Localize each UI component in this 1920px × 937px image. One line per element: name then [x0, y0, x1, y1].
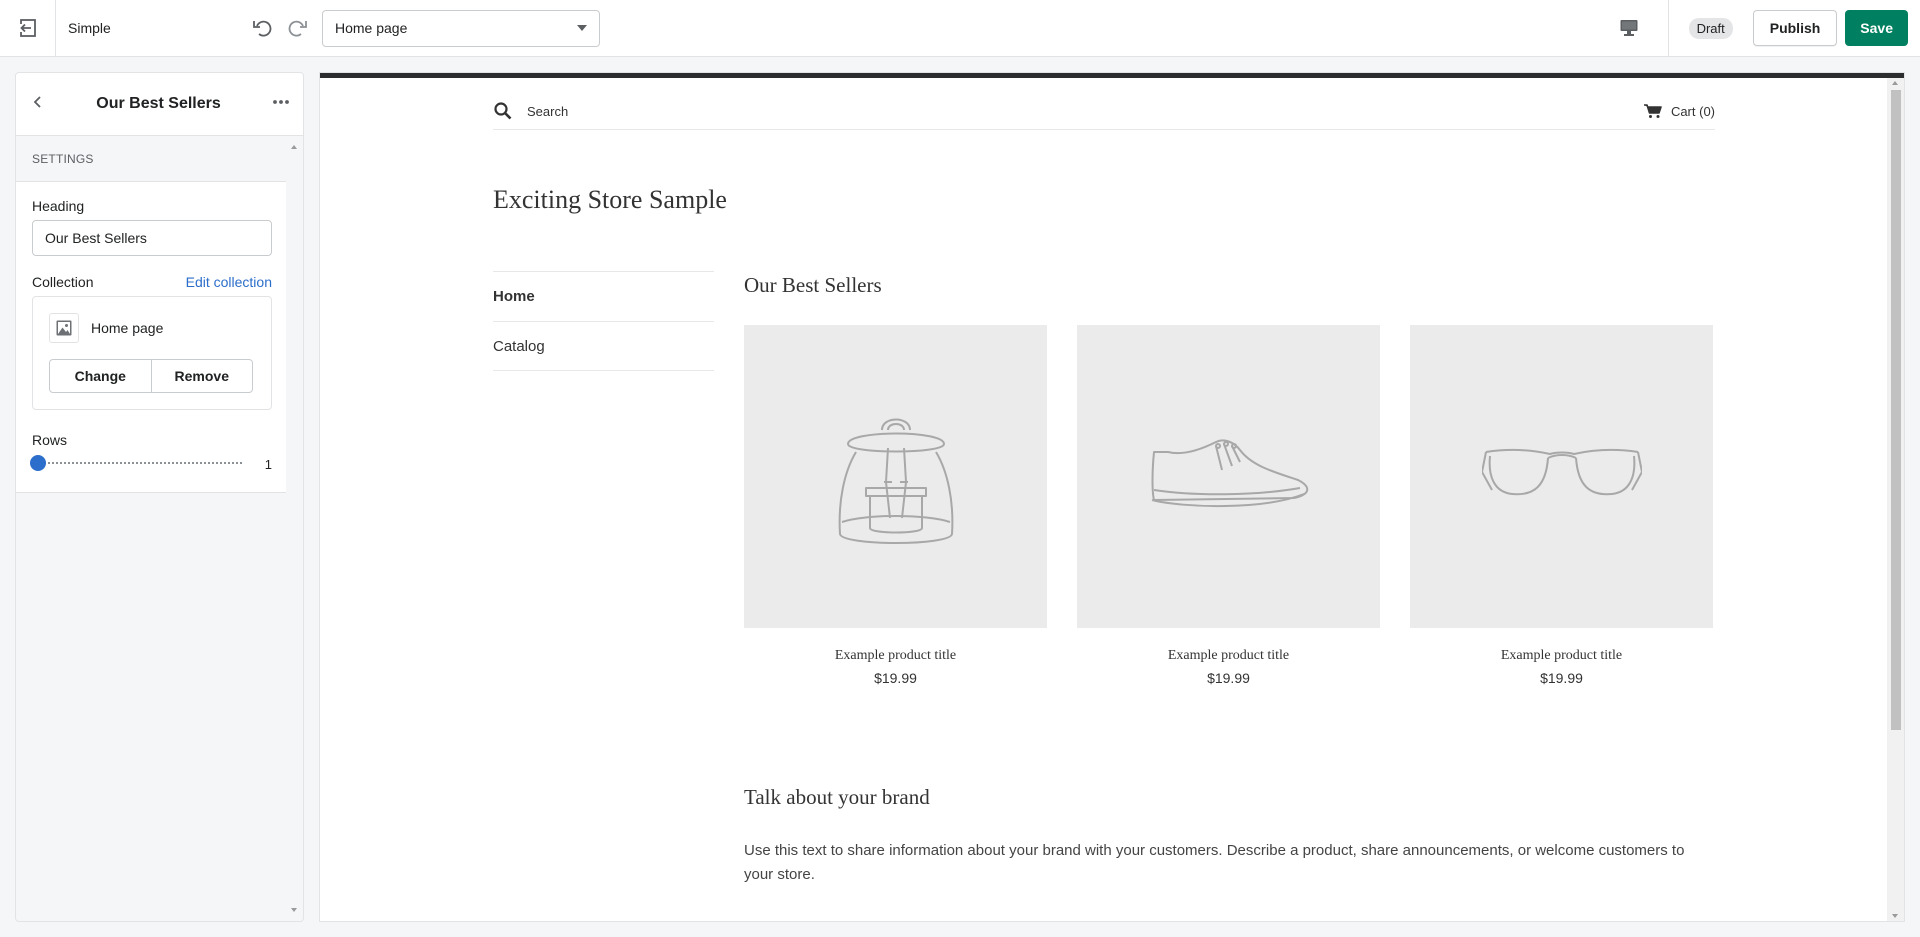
product-price: $19.99 — [1207, 670, 1250, 686]
nav-item-home[interactable]: Home — [493, 271, 714, 321]
redo-button[interactable] — [280, 10, 316, 46]
product-title[interactable]: Example product title — [1410, 648, 1713, 664]
store-search-input[interactable]: Search — [527, 104, 568, 119]
product-title[interactable]: Example product title — [744, 648, 1047, 664]
store-preview: Search Cart (0) Exciting Store Sample Ho… — [319, 72, 1905, 922]
rows-label: Rows — [32, 432, 68, 448]
back-button[interactable] — [30, 94, 46, 115]
settings-section-heading: SETTINGS — [32, 151, 94, 166]
exit-button[interactable] — [0, 0, 56, 56]
save-button[interactable]: Save — [1845, 10, 1908, 46]
product-card[interactable]: Example product title $19.99 — [1077, 325, 1380, 686]
scroll-up-icon[interactable] — [1892, 81, 1898, 85]
product-image[interactable] — [1410, 325, 1713, 628]
collection-card: Home page Change Remove — [32, 296, 272, 410]
product-card[interactable]: Example product title $19.99 — [744, 325, 1047, 686]
undo-icon — [253, 20, 272, 37]
sneaker-icon — [1151, 438, 1308, 507]
product-price: $19.99 — [874, 670, 917, 686]
search-icon[interactable] — [493, 101, 513, 121]
scroll-up-icon[interactable] — [291, 145, 297, 149]
more-horizontal-icon — [273, 99, 289, 104]
heading-input[interactable]: Our Best Sellers — [32, 220, 272, 256]
exit-icon — [19, 19, 36, 37]
chevron-left-icon — [33, 95, 41, 108]
store-title[interactable]: Exciting Store Sample — [493, 185, 727, 215]
redo-icon — [288, 20, 307, 37]
divider — [1667, 0, 1669, 56]
image-icon — [56, 320, 72, 336]
section-settings-panel: Our Best Sellers SETTINGS Heading Our Be… — [15, 72, 304, 922]
panel-scrollbar[interactable] — [286, 136, 303, 921]
settings-card: Heading Our Best Sellers Collection Edit… — [16, 181, 288, 493]
more-actions-button[interactable] — [271, 94, 291, 115]
collection-actions: Change Remove — [49, 359, 253, 393]
publish-button[interactable]: Publish — [1752, 10, 1838, 46]
scrollbar-thumb[interactable] — [1891, 90, 1901, 730]
edit-collection-link[interactable]: Edit collection — [186, 274, 272, 290]
product-card[interactable]: Example product title $19.99 — [1410, 325, 1713, 686]
scroll-down-icon[interactable] — [291, 908, 297, 912]
cart-label: Cart (0) — [1670, 103, 1715, 119]
backpack-icon — [838, 418, 953, 544]
undo-button[interactable] — [244, 10, 280, 46]
product-image[interactable] — [744, 325, 1047, 628]
collection-label-row: Collection Edit collection — [32, 274, 272, 290]
product-image[interactable] — [1077, 325, 1380, 628]
desktop-icon — [1620, 20, 1638, 36]
page-select[interactable]: Home page — [322, 9, 600, 47]
collection-name: Home page — [91, 320, 164, 336]
panel-header: Our Best Sellers — [16, 73, 303, 136]
product-grid: Example product title $19.99 Example pro… — [744, 325, 1713, 686]
panel-title: Our Best Sellers — [96, 95, 221, 112]
store-header: Search Cart (0) — [493, 93, 1715, 130]
panel-content: SETTINGS Heading Our Best Sellers Collec… — [16, 136, 288, 921]
collection-label: Collection — [32, 274, 94, 290]
caret-down-icon — [577, 25, 587, 31]
status-badge: Draft — [1688, 17, 1733, 39]
brand-section-text: Use this text to share information about… — [744, 842, 1685, 883]
brand-section-title: Talk about your brand — [744, 785, 930, 809]
device-preview-button[interactable] — [1604, 0, 1654, 56]
collection-thumbnail — [49, 313, 79, 343]
cart-link[interactable]: Cart (0) — [1643, 103, 1715, 119]
rows-value: 1 — [264, 456, 272, 472]
featured-collection-title: Our Best Sellers — [744, 273, 882, 297]
preview-top-bar — [320, 73, 1904, 78]
page-select-value: Home page — [335, 20, 408, 36]
heading-label: Heading — [32, 198, 85, 214]
rows-slider[interactable] — [30, 455, 242, 471]
collection-row: Home page — [49, 313, 255, 343]
top-bar: Simple Home page Draft Publish Save — [0, 0, 1920, 57]
change-button[interactable]: Change — [50, 360, 151, 392]
product-title[interactable]: Example product title — [1077, 648, 1380, 664]
store-nav: Home Catalog — [493, 271, 714, 371]
product-price: $19.99 — [1540, 670, 1583, 686]
nav-item-catalog[interactable]: Catalog — [493, 321, 714, 371]
rows-slider-row: 1 — [30, 454, 272, 474]
rows-slider-thumb[interactable] — [30, 455, 46, 471]
cart-icon — [1643, 104, 1662, 118]
theme-name: Simple — [68, 20, 111, 36]
preview-scrollbar[interactable] — [1887, 78, 1904, 921]
remove-button[interactable]: Remove — [150, 360, 253, 392]
glasses-icon — [1481, 448, 1642, 495]
scroll-down-icon[interactable] — [1892, 914, 1898, 918]
